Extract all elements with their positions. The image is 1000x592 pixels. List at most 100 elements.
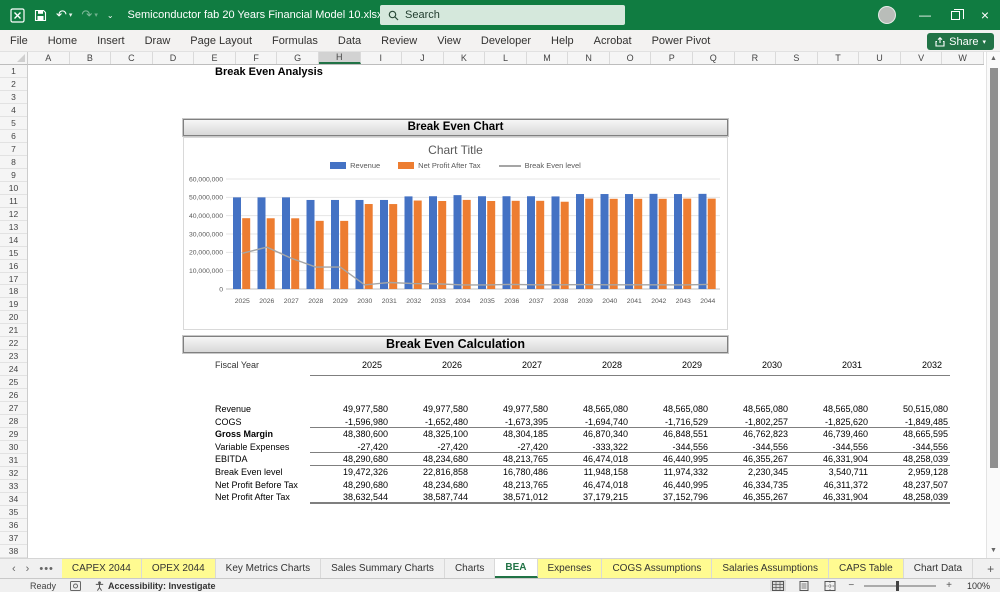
row-header-20[interactable]: 20 bbox=[0, 311, 27, 325]
scroll-down-icon[interactable]: ▼ bbox=[987, 544, 1000, 558]
cell-ebitda-2031[interactable]: 46,331,904 bbox=[790, 453, 870, 466]
row-header-21[interactable]: 21 bbox=[0, 324, 27, 338]
row-header-22[interactable]: 22 bbox=[0, 337, 27, 351]
cell-net-profit-after-tax-2029[interactable]: 37,152,796 bbox=[630, 491, 710, 504]
cell-ebitda-2027[interactable]: 48,213,765 bbox=[470, 453, 550, 466]
cell-net-profit-after-tax-2032[interactable]: 48,258,039 bbox=[870, 491, 950, 504]
cell-ebitda-2030[interactable]: 46,355,267 bbox=[710, 453, 790, 466]
row-header-10[interactable]: 10 bbox=[0, 182, 27, 195]
accessibility-status[interactable]: Accessibility: Investigate bbox=[108, 581, 216, 591]
cell-cogs-2025[interactable]: -1,596,980 bbox=[310, 416, 390, 429]
column-header-J[interactable]: J bbox=[402, 52, 444, 64]
sheet-tab-bea[interactable]: BEA bbox=[495, 559, 538, 578]
cell-ebitda-2032[interactable]: 48,258,039 bbox=[870, 453, 950, 466]
cell-cogs-2031[interactable]: -1,825,620 bbox=[790, 416, 870, 429]
sheet-tab-sales-summary-charts[interactable]: Sales Summary Charts bbox=[321, 559, 445, 578]
cell-variable-expenses-2028[interactable]: -333,322 bbox=[550, 441, 630, 454]
select-all-corner[interactable] bbox=[0, 52, 28, 65]
zoom-in-button[interactable]: + bbox=[946, 580, 952, 591]
column-header-C[interactable]: C bbox=[111, 52, 153, 64]
cell-break-even-level-2028[interactable]: 11,948,158 bbox=[550, 466, 630, 479]
row-header-17[interactable]: 17 bbox=[0, 273, 27, 286]
column-header-H[interactable]: H bbox=[318, 52, 361, 64]
row-header-31[interactable]: 31 bbox=[0, 454, 27, 468]
column-header-P[interactable]: P bbox=[651, 52, 693, 64]
sheet-tab-charts[interactable]: Charts bbox=[445, 559, 496, 578]
row-header-8[interactable]: 8 bbox=[0, 156, 27, 169]
row-header-1[interactable]: 1 bbox=[0, 65, 27, 78]
cell-gross-margin-2026[interactable]: 48,325,100 bbox=[390, 428, 470, 441]
zoom-level[interactable]: 100% bbox=[962, 581, 990, 591]
row-header-7[interactable]: 7 bbox=[0, 143, 27, 156]
save-icon[interactable] bbox=[34, 9, 47, 22]
row-header-35[interactable]: 35 bbox=[0, 506, 27, 519]
new-sheet-button[interactable]: + bbox=[973, 559, 1000, 578]
cell-net-profit-before-tax-2031[interactable]: 46,311,372 bbox=[790, 479, 870, 492]
row-header-14[interactable]: 14 bbox=[0, 234, 27, 247]
row-header-9[interactable]: 9 bbox=[0, 169, 27, 182]
ribbon-tab-review[interactable]: Review bbox=[371, 35, 427, 47]
cell-variable-expenses-2032[interactable]: -344,556 bbox=[870, 441, 950, 454]
cell-revenue-2025[interactable]: 49,977,580 bbox=[310, 403, 390, 416]
cell-net-profit-after-tax-2031[interactable]: 46,331,904 bbox=[790, 491, 870, 504]
restore-button[interactable] bbox=[940, 0, 970, 30]
cell-variable-expenses-2025[interactable]: -27,420 bbox=[310, 441, 390, 454]
macro-record-icon[interactable] bbox=[70, 580, 82, 591]
row-header-11[interactable]: 11 bbox=[0, 195, 27, 208]
row-header-32[interactable]: 32 bbox=[0, 467, 27, 480]
zoom-out-button[interactable]: − bbox=[848, 580, 854, 591]
page-break-view-icon[interactable] bbox=[822, 580, 838, 591]
cell-revenue-2027[interactable]: 49,977,580 bbox=[470, 403, 550, 416]
all-sheets-icon[interactable]: ••• bbox=[39, 563, 54, 575]
fiscal-year-2028[interactable]: 2028 bbox=[550, 358, 630, 376]
sheet-canvas[interactable]: Break Even Analysis Break Even Chart Cha… bbox=[28, 65, 984, 558]
sheet-tab-capex-2044[interactable]: CAPEX 2044 bbox=[61, 559, 142, 578]
row-header-24[interactable]: 24 bbox=[0, 363, 27, 377]
row-header-23[interactable]: 23 bbox=[0, 350, 27, 364]
ribbon-tab-power-pivot[interactable]: Power Pivot bbox=[642, 35, 721, 47]
ribbon-tab-insert[interactable]: Insert bbox=[87, 35, 135, 47]
ribbon-tab-view[interactable]: View bbox=[427, 35, 471, 47]
cell-net-profit-after-tax-2027[interactable]: 38,571,012 bbox=[470, 491, 550, 504]
cell-cogs-2026[interactable]: -1,652,480 bbox=[390, 416, 470, 429]
cell-revenue-2032[interactable]: 50,515,080 bbox=[870, 403, 950, 416]
cell-variable-expenses-2030[interactable]: -344,556 bbox=[710, 441, 790, 454]
column-header-U[interactable]: U bbox=[859, 52, 901, 64]
cell-break-even-level-2025[interactable]: 19,472,326 bbox=[310, 466, 390, 479]
column-header-G[interactable]: G bbox=[277, 52, 319, 64]
row-header-30[interactable]: 30 bbox=[0, 441, 27, 455]
cell-variable-expenses-2031[interactable]: -344,556 bbox=[790, 441, 870, 454]
row-header-15[interactable]: 15 bbox=[0, 247, 27, 260]
fiscal-year-2032[interactable]: 2032 bbox=[870, 358, 950, 376]
cell-gross-margin-2027[interactable]: 48,304,185 bbox=[470, 428, 550, 441]
excel-app-icon[interactable] bbox=[10, 7, 25, 23]
cell-ebitda-2029[interactable]: 46,440,995 bbox=[630, 453, 710, 466]
column-header-O[interactable]: O bbox=[610, 52, 652, 64]
row-header-26[interactable]: 26 bbox=[0, 389, 27, 403]
cell-break-even-level-2027[interactable]: 16,780,486 bbox=[470, 466, 550, 479]
row-header-6[interactable]: 6 bbox=[0, 130, 27, 143]
fiscal-year-2030[interactable]: 2030 bbox=[710, 358, 790, 376]
ribbon-tab-home[interactable]: Home bbox=[38, 35, 87, 47]
row-header-27[interactable]: 27 bbox=[0, 402, 27, 416]
cell-gross-margin-2025[interactable]: 48,380,600 bbox=[310, 428, 390, 441]
row-header-18[interactable]: 18 bbox=[0, 285, 27, 299]
cell-gross-margin-2028[interactable]: 46,870,340 bbox=[550, 428, 630, 441]
fiscal-year-2031[interactable]: 2031 bbox=[790, 358, 870, 376]
row-header-37[interactable]: 37 bbox=[0, 532, 27, 545]
row-header-19[interactable]: 19 bbox=[0, 298, 27, 312]
cell-net-profit-after-tax-2028[interactable]: 37,179,215 bbox=[550, 491, 630, 504]
row-header-28[interactable]: 28 bbox=[0, 415, 27, 429]
ribbon-tab-file[interactable]: File bbox=[0, 35, 38, 47]
cell-net-profit-before-tax-2027[interactable]: 48,213,765 bbox=[470, 479, 550, 492]
cell-variable-expenses-2026[interactable]: -27,420 bbox=[390, 441, 470, 454]
row-header-36[interactable]: 36 bbox=[0, 519, 27, 532]
cell-ebitda-2025[interactable]: 48,290,680 bbox=[310, 453, 390, 466]
account-avatar[interactable] bbox=[878, 6, 896, 24]
row-header-34[interactable]: 34 bbox=[0, 493, 27, 506]
column-header-Q[interactable]: Q bbox=[693, 52, 735, 64]
ribbon-tab-acrobat[interactable]: Acrobat bbox=[584, 35, 642, 47]
zoom-slider-thumb[interactable] bbox=[896, 580, 900, 591]
cell-net-profit-after-tax-2030[interactable]: 46,355,267 bbox=[710, 491, 790, 504]
row-header-2[interactable]: 2 bbox=[0, 78, 27, 91]
